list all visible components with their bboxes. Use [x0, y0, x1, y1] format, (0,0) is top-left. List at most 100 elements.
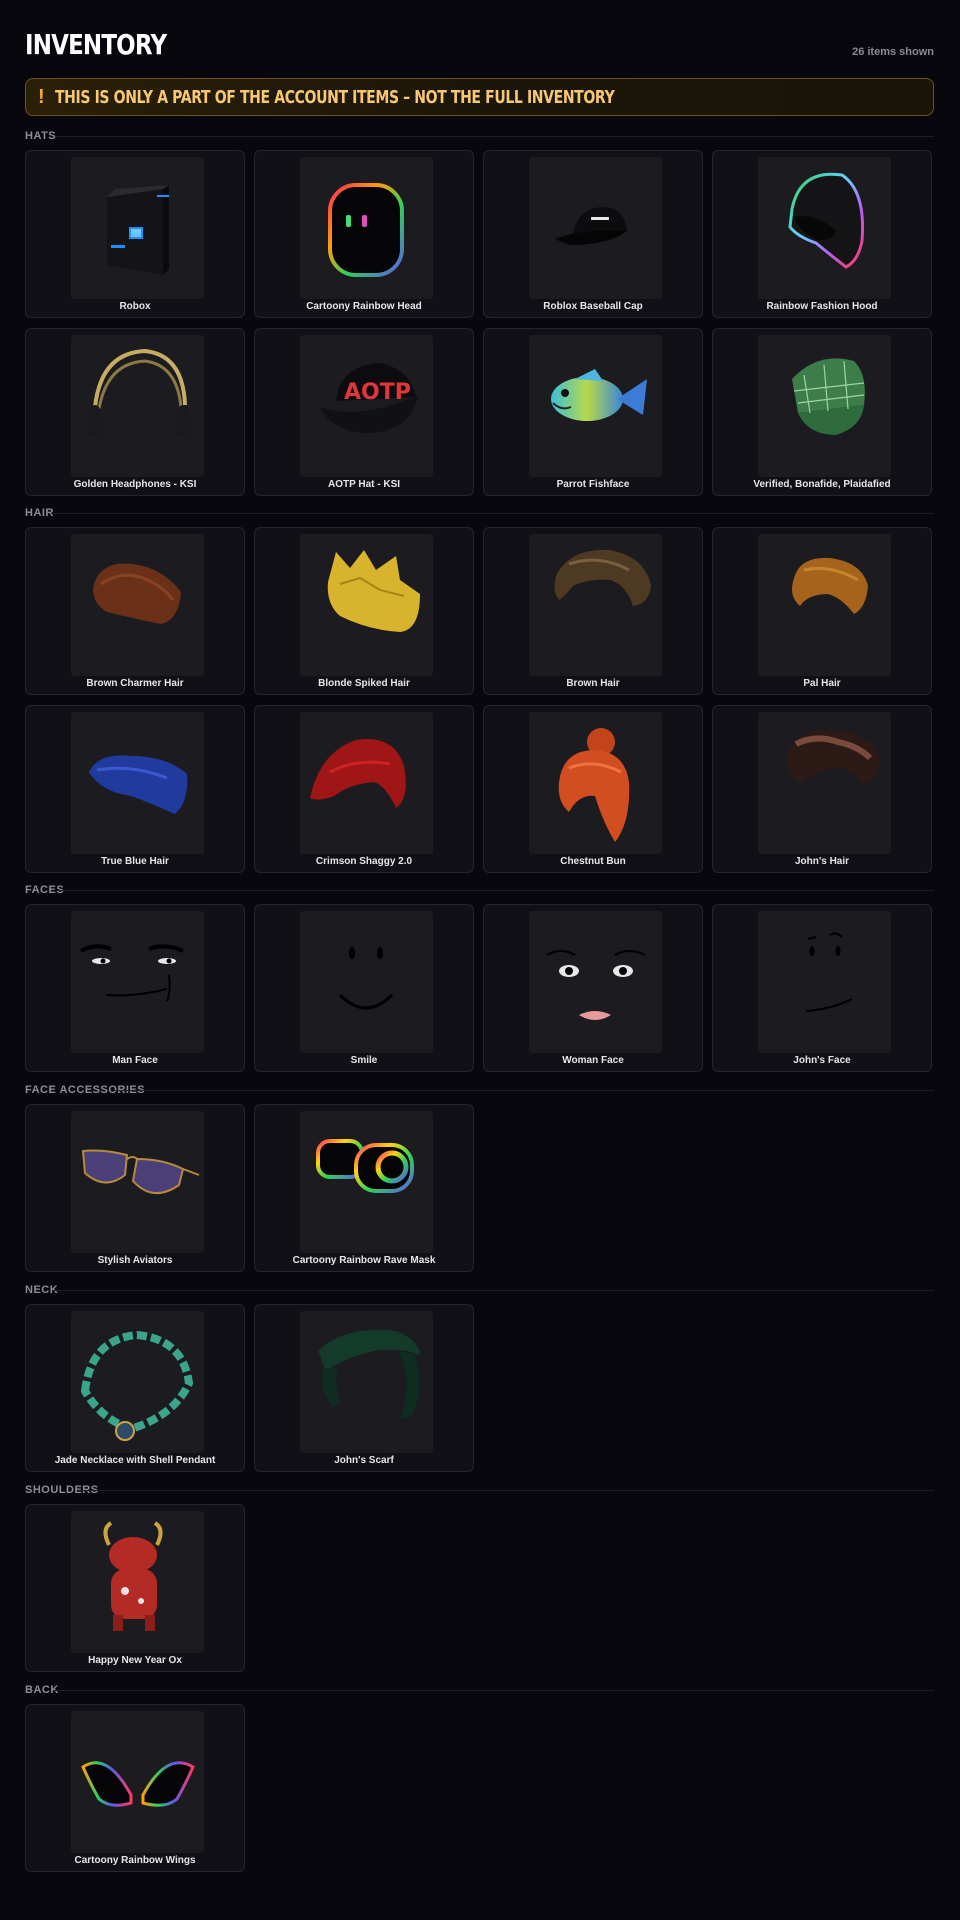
- item-card-roblox-baseball-cap[interactable]: Roblox Baseball Cap: [483, 150, 703, 318]
- blue-hair-icon: [89, 755, 188, 814]
- item-thumbnail: [300, 534, 433, 676]
- item-name: Cartoony Rainbow Rave Mask: [292, 1255, 436, 1266]
- plaid-cap-icon: [792, 358, 865, 435]
- johns-face-icon: [805, 932, 853, 1012]
- pal-hair-icon: [792, 557, 868, 614]
- item-name: Roblox Baseball Cap: [543, 301, 643, 312]
- item-name: Woman Face: [562, 1055, 624, 1066]
- item-card-chestnut-bun[interactable]: Chestnut Bun: [483, 705, 703, 873]
- rainbow-head-icon: [328, 183, 404, 277]
- item-name: Man Face: [112, 1055, 158, 1066]
- item-name: Stylish Aviators: [97, 1255, 173, 1266]
- item-thumbnail: [758, 335, 891, 477]
- item-name: Cartoony Rainbow Wings: [74, 1855, 196, 1866]
- item-thumbnail: [758, 911, 891, 1053]
- brown-hair-icon: [93, 563, 181, 624]
- item-thumbnail: [71, 534, 204, 676]
- baseball-cap-icon: [555, 207, 627, 245]
- item-thumbnail: [529, 534, 662, 676]
- warning-banner: ! THIS IS ONLY A PART OF THE ACCOUNT ITE…: [25, 78, 934, 116]
- item-card-johns-scarf[interactable]: John's Scarf: [254, 1304, 474, 1472]
- item-name: Jade Necklace with Shell Pendant: [54, 1455, 216, 1466]
- item-card-man-face[interactable]: Man Face: [25, 904, 245, 1072]
- section-divider: [59, 890, 934, 891]
- item-card-blonde-spiked-hair[interactable]: Blonde Spiked Hair: [254, 527, 474, 695]
- scarf-icon: [318, 1329, 420, 1419]
- item-card-aotp-hat-ksi[interactable]: AOTP AOTP Hat - KSI: [254, 328, 474, 496]
- banner-text: THIS IS ONLY A PART OF THE ACCOUNT ITEMS…: [54, 86, 615, 108]
- section-divider: [51, 513, 934, 514]
- item-thumbnail: [529, 712, 662, 854]
- item-name: Cartoony Rainbow Head: [306, 301, 422, 312]
- aviators-icon: [81, 1149, 200, 1194]
- blonde-hair-icon: [327, 550, 420, 632]
- jade-necklace-icon: [80, 1330, 194, 1441]
- item-card-parrot-fishface[interactable]: Parrot Fishface: [483, 328, 703, 496]
- item-card-robox[interactable]: Robox: [25, 150, 245, 318]
- item-card-cartoony-rainbow-wings[interactable]: Cartoony Rainbow Wings: [25, 1704, 245, 1872]
- item-name: John's Hair: [794, 856, 850, 867]
- item-thumbnail: [71, 1111, 204, 1253]
- rainbow-hood-icon: [788, 172, 865, 269]
- rainbow-wings-icon: [81, 1761, 195, 1807]
- item-card-verified-bonafide-plaidafied[interactable]: Verified, Bonafide, Plaidafied: [712, 328, 932, 496]
- ox-icon: [103, 1521, 163, 1631]
- item-card-crimson-shaggy-2[interactable]: Crimson Shaggy 2.0: [254, 705, 474, 873]
- johns-hair-icon: [787, 729, 880, 784]
- section-divider: [53, 1690, 934, 1691]
- item-card-cartoony-rainbow-head[interactable]: Cartoony Rainbow Head: [254, 150, 474, 318]
- item-name: Smile: [350, 1055, 378, 1066]
- item-card-woman-face[interactable]: Woman Face: [483, 904, 703, 1072]
- rave-mask-icon: [316, 1139, 414, 1193]
- item-card-rainbow-fashion-hood[interactable]: Rainbow Fashion Hood: [712, 150, 932, 318]
- item-thumbnail: [71, 157, 204, 299]
- item-card-brown-hair[interactable]: Brown Hair: [483, 527, 703, 695]
- item-card-johns-hair[interactable]: John's Hair: [712, 705, 932, 873]
- headphones-icon: [87, 348, 191, 437]
- item-thumbnail: [300, 1311, 433, 1453]
- section-label-hair: HAIR: [25, 507, 54, 519]
- item-card-smile[interactable]: Smile: [254, 904, 474, 1072]
- item-name: Robox: [119, 301, 151, 312]
- aotp-hat-icon: AOTP: [320, 363, 418, 434]
- section-divider: [79, 1490, 934, 1491]
- item-card-golden-headphones-ksi[interactable]: Golden Headphones - KSI: [25, 328, 245, 496]
- smile-face-icon: [338, 947, 394, 1010]
- item-thumbnail: [758, 157, 891, 299]
- item-card-happy-new-year-ox[interactable]: Happy New Year Ox: [25, 1504, 245, 1672]
- item-name: Crimson Shaggy 2.0: [315, 856, 413, 867]
- item-name: Pal Hair: [803, 678, 841, 689]
- item-card-stylish-aviators[interactable]: Stylish Aviators: [25, 1104, 245, 1272]
- item-thumbnail: [300, 157, 433, 299]
- item-name: John's Face: [793, 1055, 851, 1066]
- item-thumbnail: [529, 911, 662, 1053]
- item-card-pal-hair[interactable]: Pal Hair: [712, 527, 932, 695]
- item-thumbnail: [758, 712, 891, 854]
- item-thumbnail: [300, 1111, 433, 1253]
- item-thumbnail: [71, 1311, 204, 1453]
- item-thumbnail: [529, 157, 662, 299]
- item-thumbnail: [71, 911, 204, 1053]
- item-card-brown-charmer-hair[interactable]: Brown Charmer Hair: [25, 527, 245, 695]
- item-thumbnail: [529, 335, 662, 477]
- inventory-page: INVENTORY 26 items shown ! THIS IS ONLY …: [25, 0, 934, 1872]
- roblox-cube-icon: [107, 185, 169, 275]
- item-thumbnail: [300, 712, 433, 854]
- item-name: John's Scarf: [334, 1455, 394, 1466]
- item-card-true-blue-hair[interactable]: True Blue Hair: [25, 705, 245, 873]
- items-count: 26 items shown: [852, 46, 934, 58]
- chestnut-bun-icon: [558, 728, 630, 842]
- item-name: Verified, Bonafide, Plaidafied: [753, 479, 891, 490]
- woman-face-icon: [546, 950, 646, 1020]
- item-card-jade-necklace[interactable]: Jade Necklace with Shell Pendant: [25, 1304, 245, 1472]
- item-card-cartoony-rainbow-rave-mask[interactable]: Cartoony Rainbow Rave Mask: [254, 1104, 474, 1272]
- brown-hair-icon: [554, 549, 651, 606]
- item-name: Blonde Spiked Hair: [318, 678, 410, 689]
- item-card-johns-face[interactable]: John's Face: [712, 904, 932, 1072]
- section-label-hats: HATS: [25, 130, 57, 142]
- section-divider: [55, 136, 934, 137]
- item-name: True Blue Hair: [101, 856, 169, 867]
- man-face-icon: [80, 944, 184, 1002]
- exclamation-icon: !: [38, 85, 45, 108]
- item-name: Brown Hair: [566, 678, 620, 689]
